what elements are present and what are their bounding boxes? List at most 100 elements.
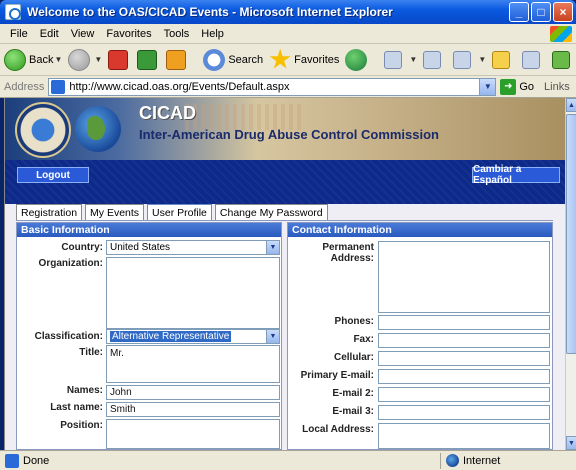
country-value: United States (110, 242, 171, 253)
chevron-down-icon: ▼ (266, 330, 279, 343)
history-button[interactable] (345, 48, 370, 71)
classification-select[interactable]: Alternative Representative ▼ (106, 329, 280, 344)
minimize-button[interactable]: _ (509, 2, 529, 22)
go-label: Go (519, 80, 535, 93)
go-arrow-icon: ➜ (500, 78, 517, 95)
stop-button[interactable] (108, 49, 131, 70)
menu-file[interactable]: File (4, 28, 34, 40)
folder-button[interactable] (492, 50, 516, 69)
security-zone: Internet (440, 453, 500, 469)
print-button[interactable] (423, 50, 447, 69)
scroll-up-icon[interactable]: ▲ (566, 98, 576, 112)
page-icon (5, 453, 19, 468)
window-title: Welcome to the OAS/CICAD Events - Micros… (27, 5, 393, 19)
country-select[interactable]: United States ▼ (106, 240, 280, 255)
scrollbar-thumb[interactable] (566, 114, 576, 354)
cellular-field[interactable] (378, 351, 550, 366)
primary-email-field[interactable] (378, 369, 550, 384)
fax-label: Fax: (353, 334, 374, 345)
address-label: Address (4, 80, 45, 93)
search-button[interactable]: Search (203, 48, 263, 71)
cellular-label: Cellular: (333, 352, 374, 363)
scroll-down-icon[interactable]: ▼ (566, 436, 576, 450)
fax-field[interactable] (378, 333, 550, 348)
menu-tools[interactable]: Tools (158, 28, 196, 40)
organization-label: Organization: (38, 258, 103, 269)
edit-icon (453, 50, 472, 69)
address-bar: Address http://www.cicad.oas.org/Events/… (0, 76, 576, 98)
language-button[interactable]: Cambiar a Español (472, 164, 560, 186)
back-button[interactable]: Back ▼ (4, 48, 62, 71)
go-button[interactable]: ➜ Go (500, 78, 535, 95)
phones-field[interactable] (378, 315, 550, 330)
address-dropdown-button[interactable]: ▼ (479, 78, 496, 95)
tab-registration[interactable]: Registration (16, 204, 83, 221)
local-address-field[interactable] (378, 423, 550, 449)
menu-bar: File Edit View Favorites Tools Help (0, 24, 576, 44)
organization-field[interactable] (106, 257, 280, 329)
chevron-down-icon: ▼ (266, 241, 279, 254)
names-label: Names: (66, 385, 103, 396)
banner-fullname: Inter-American Drug Abuse Control Commis… (139, 127, 439, 142)
home-button[interactable] (166, 49, 189, 70)
favorites-button[interactable]: Favorites (269, 48, 340, 71)
menu-help[interactable]: Help (195, 28, 230, 40)
classification-label: Classification: (34, 331, 103, 342)
zone-label: Internet (463, 455, 501, 467)
links-button[interactable]: Links (544, 81, 570, 93)
lastname-field[interactable]: Smith (106, 402, 280, 417)
profile-tabs: Registration My Events User Profile Chan… (16, 204, 328, 221)
address-input[interactable]: http://www.cicad.oas.org/Events/Default.… (48, 77, 497, 96)
vertical-scrollbar[interactable]: ▲ ▼ (565, 98, 576, 450)
lastname-label: Last name: (50, 402, 103, 413)
menu-favorites[interactable]: Favorites (100, 28, 157, 40)
page-viewport: CICAD Inter-American Drug Abuse Control … (4, 98, 565, 450)
email2-field[interactable] (378, 387, 550, 402)
page-icon (51, 79, 66, 94)
back-label: Back (29, 53, 54, 66)
edit-button[interactable]: ▼ (453, 50, 486, 69)
position-label: Position: (60, 420, 103, 431)
basic-info-header: Basic Information (17, 223, 281, 237)
close-button[interactable]: × (553, 2, 573, 22)
nav-strip: Logout Cambiar a Español (5, 160, 565, 204)
search-icon (203, 48, 226, 71)
forward-button[interactable]: ▼ (68, 48, 103, 71)
email3-field[interactable] (378, 405, 550, 420)
favorites-label: Favorites (294, 53, 340, 66)
tab-user-profile[interactable]: User Profile (147, 204, 212, 221)
windows-logo-icon (550, 26, 572, 42)
menu-edit[interactable]: Edit (34, 28, 65, 40)
research-button[interactable] (522, 50, 546, 69)
browser-window: Welcome to the OAS/CICAD Events - Micros… (0, 0, 576, 470)
title-field[interactable]: Mr. (106, 345, 280, 383)
email2-label: E-mail 2: (332, 388, 374, 399)
refresh-icon (137, 49, 158, 70)
forward-arrow-icon (68, 48, 91, 71)
chevron-down-icon: ▼ (94, 55, 103, 64)
names-field[interactable]: John (106, 385, 280, 400)
position-field[interactable] (106, 419, 280, 449)
messenger-button[interactable] (552, 50, 576, 69)
phones-label: Phones: (334, 316, 374, 327)
logout-button[interactable]: Logout (17, 167, 89, 183)
permanent-address-label-2: Address: (330, 253, 374, 264)
chevron-down-icon: ▼ (409, 55, 418, 64)
address-url: http://www.cicad.oas.org/Events/Default.… (69, 80, 290, 93)
globe-icon (446, 454, 459, 467)
classification-value: Alternative Representative (110, 331, 232, 342)
menu-view[interactable]: View (65, 28, 101, 40)
print-icon (423, 50, 442, 69)
globe-logo (75, 106, 121, 152)
mail-button[interactable]: ▼ (384, 50, 418, 69)
permanent-address-field[interactable] (378, 241, 550, 313)
stop-icon (108, 49, 129, 70)
mail-icon (384, 50, 403, 69)
tab-my-events[interactable]: My Events (85, 204, 145, 221)
maximize-button[interactable]: □ (531, 2, 551, 22)
site-banner: CICAD Inter-American Drug Abuse Control … (5, 98, 565, 160)
country-label: Country: (61, 242, 103, 253)
refresh-button[interactable] (137, 49, 160, 70)
messenger-icon (552, 50, 571, 69)
tab-change-password[interactable]: Change My Password (214, 204, 328, 221)
